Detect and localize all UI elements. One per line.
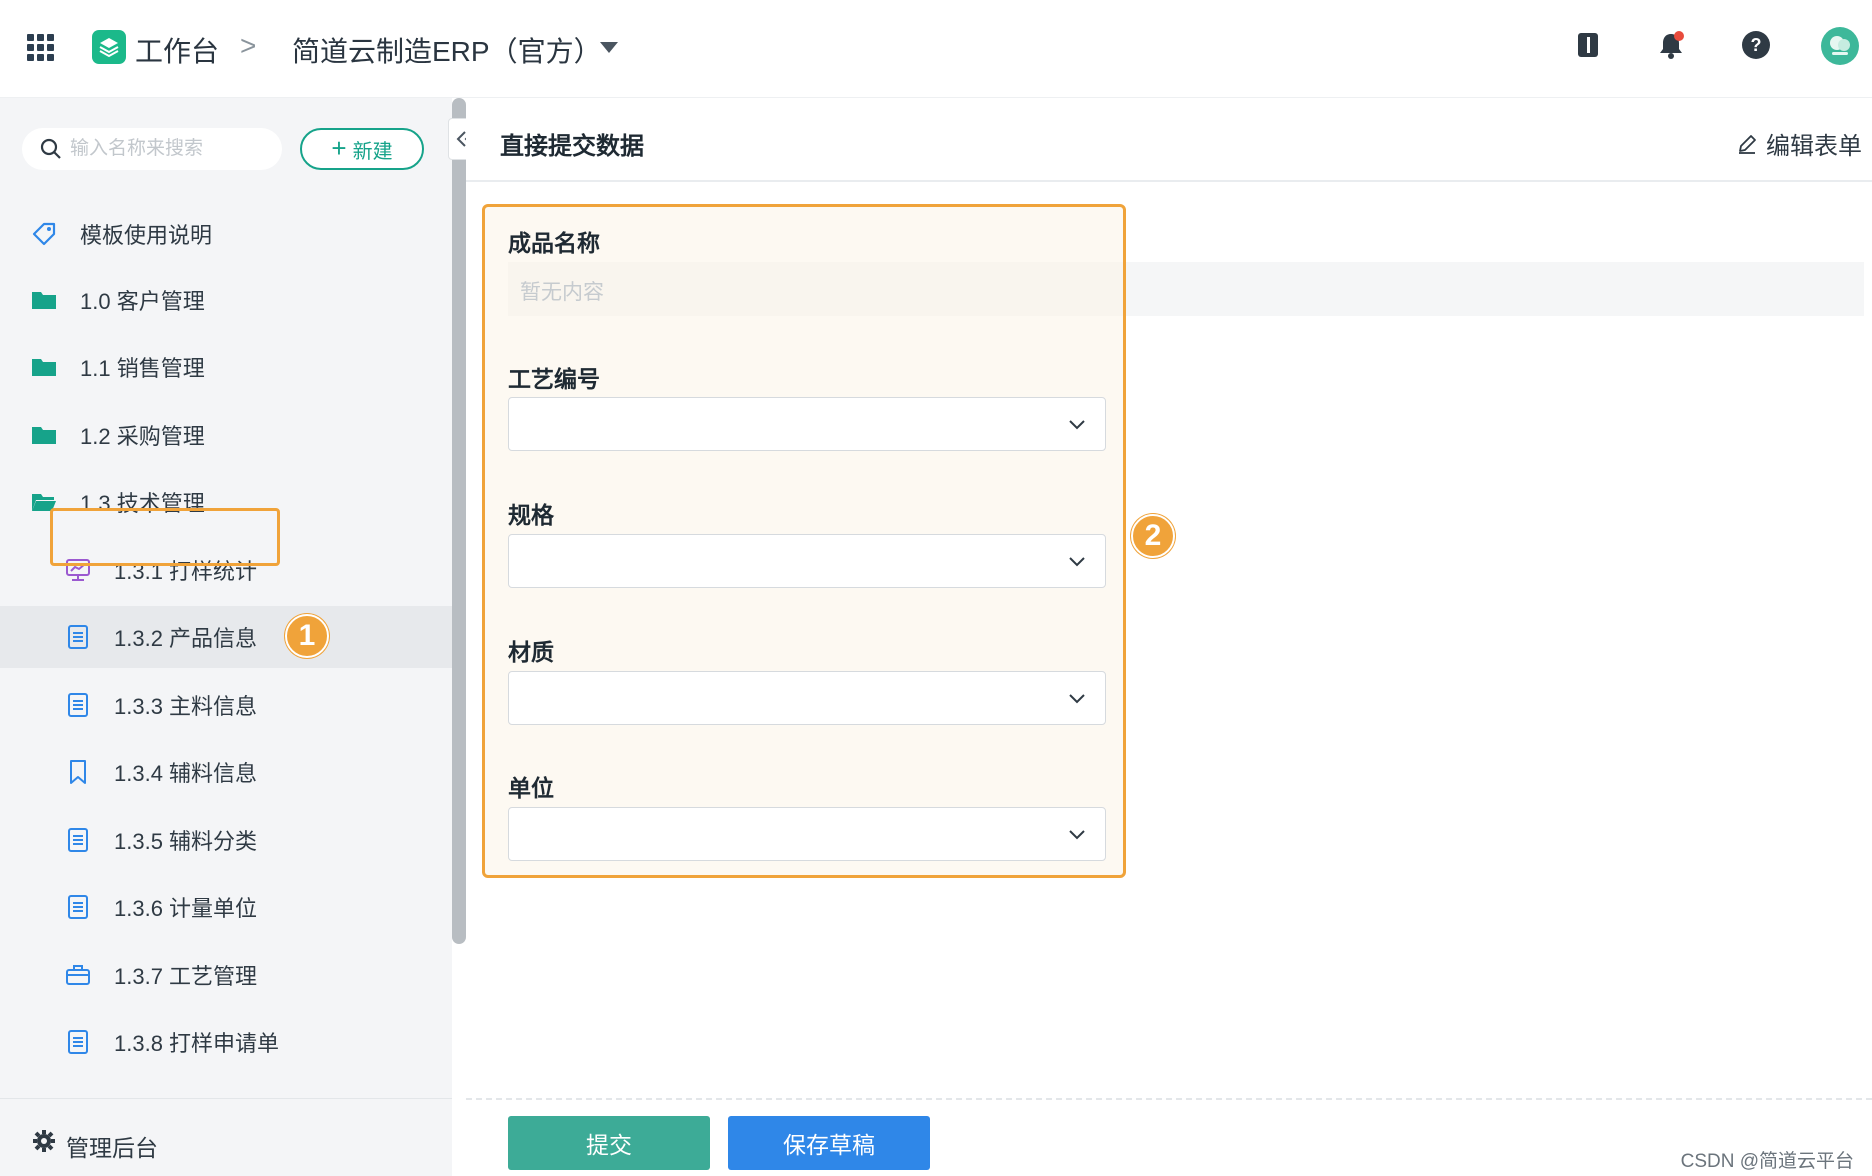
help-icon[interactable]: ? [1739,28,1773,62]
new-button-label: 新建 [352,140,393,163]
folder-icon [30,286,58,314]
app-switch-caret-icon[interactable] [600,42,618,53]
sidebar-item-label: 1.1 销售管理 [80,356,205,381]
folder-icon [30,421,58,449]
sidebar-scrollbar[interactable] [452,98,466,944]
svg-text:?: ? [1751,35,1762,55]
sidebar-item-label: 1.3.6 计量单位 [114,896,258,921]
field-label-material: 材质 [508,639,554,665]
folder-icon [30,353,58,381]
sidebar-item-sample-request[interactable]: 1.3.8 打样申请单 [0,1011,452,1073]
pencil-icon [1739,134,1756,154]
material-select[interactable] [508,671,1106,725]
spec-select[interactable] [508,534,1106,588]
sidebar-footer[interactable]: 管理后台 [0,1098,452,1176]
sidebar-item-customer[interactable]: 1.0 客户管理 [0,269,452,331]
save-draft-button[interactable]: 保存草稿 [728,1116,930,1170]
briefcase-icon [64,961,92,989]
watermark: CSDN @简道云平台 [1680,1151,1854,1172]
workbench-logo-icon[interactable] [92,30,126,64]
sidebar-item-unit[interactable]: 1.3.6 计量单位 [0,876,452,938]
product-name-value: 暂无内容 [520,281,604,304]
form-icon [64,1028,92,1056]
chevron-down-icon [1065,549,1089,578]
user-avatar[interactable] [1820,26,1860,66]
field-label-unit: 单位 [508,775,554,801]
sidebar-item-label: 模板使用说明 [80,223,213,248]
sidebar-item-label: 1.3.8 打样申请单 [114,1031,280,1056]
bookmark-icon [64,758,92,786]
sidebar-item-label: 1.3.5 辅料分类 [114,829,258,854]
form-icon [64,691,92,719]
page-title: 直接提交数据 [500,133,644,160]
breadcrumb-separator: > [240,30,257,61]
sidebar-item-process[interactable]: 1.3.7 工艺管理 [0,944,452,1006]
notebook-icon[interactable] [1571,28,1605,62]
unit-select[interactable] [508,807,1106,861]
sidebar-item-label: 1.0 客户管理 [80,289,205,314]
field-label-product-name: 成品名称 [508,230,600,256]
sidebar-item-aux-category[interactable]: 1.3.5 辅料分类 [0,809,452,871]
chevron-down-icon [1065,686,1089,715]
app-name[interactable]: 简道云制造ERP（官方） [292,30,602,70]
annotation-highlight-1 [50,508,280,566]
sidebar-item-main-material[interactable]: 1.3.3 主料信息 [0,674,452,736]
field-label-spec: 规格 [508,502,554,528]
process-no-select[interactable] [508,397,1106,451]
notification-bell-icon[interactable] [1654,28,1688,62]
top-bar: 工作台 > 简道云制造ERP（官方） ? [0,0,1872,98]
chevron-down-icon [1065,412,1089,441]
plus-icon: + [331,132,347,163]
search-input[interactable] [70,134,270,164]
sidebar-search [22,128,282,170]
sidebar-item-purchase[interactable]: 1.2 采购管理 [0,404,452,466]
sidebar-item-aux-material[interactable]: 1.3.4 辅料信息 [0,741,452,803]
app-grid-icon[interactable] [27,34,54,61]
sidebar-item-label: 1.3.2 产品信息 [114,626,258,651]
chevron-down-icon [1065,822,1089,851]
annotation-badge-2: 2 [1131,514,1175,558]
form-icon [64,893,92,921]
edit-form-label: 编辑表单 [1766,133,1862,160]
sidebar-item-label: 1.2 采购管理 [80,424,205,449]
new-button[interactable]: + 新建 [300,128,424,170]
sidebar-item-label: 1.3.3 主料信息 [114,694,258,719]
main-header: 直接提交数据 编辑表单 [466,98,1872,182]
admin-backend-link: 管理后台 [66,1135,158,1161]
edit-form-button[interactable]: 编辑表单 [1736,126,1862,161]
annotation-badge-1: 1 [285,614,329,658]
tag-icon [30,220,58,248]
form-icon [64,623,92,651]
workbench-link[interactable]: 工作台 [135,30,219,70]
sidebar-item-sales[interactable]: 1.1 销售管理 [0,336,452,398]
sidebar-item-product-info[interactable]: 1.3.2 产品信息 [0,606,452,668]
gear-icon [32,1129,56,1158]
sidebar-item-template-guide[interactable]: 模板使用说明 [0,203,452,265]
sidebar-item-label: 1.3.7 工艺管理 [114,964,258,989]
form-icon [64,826,92,854]
submit-button[interactable]: 提交 [508,1116,710,1170]
search-icon [40,138,62,165]
sidebar-item-label: 1.3.4 辅料信息 [114,761,258,786]
field-label-process-no: 工艺编号 [508,366,600,392]
